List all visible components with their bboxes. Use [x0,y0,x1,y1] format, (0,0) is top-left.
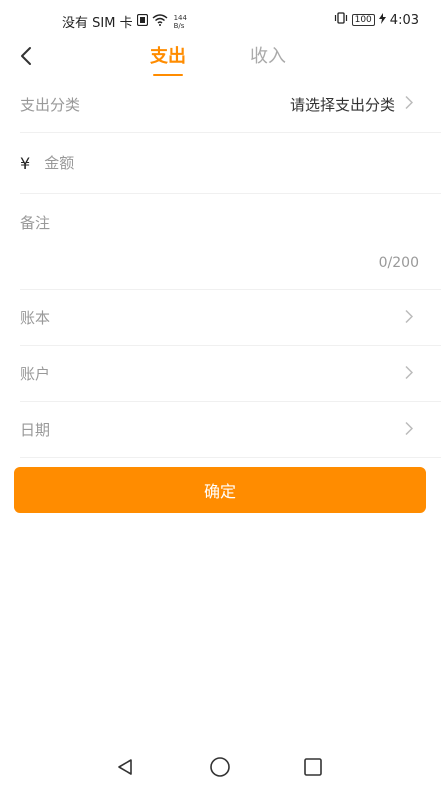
currency-symbol: ¥ [20,153,31,173]
net-speed: 144 B/s [174,14,187,30]
category-value: 请选择支出分类 [289,95,395,114]
note-char-count: 0/200 [378,255,419,271]
tab-income-label: 收入 [250,46,286,67]
vibrate-icon [334,12,348,28]
wifi-icon [152,13,168,30]
note-input[interactable] [20,212,400,252]
clock-time: 4:03 [389,12,419,28]
sim-icon [136,13,148,30]
system-recents-button[interactable] [301,757,325,781]
category-label: 支出分类 [20,95,81,114]
confirm-button[interactable]: 确定 [14,467,426,513]
tab-expense-label: 支出 [150,46,186,67]
date-row[interactable]: 日期 [20,402,441,458]
account-row[interactable]: 账户 [20,346,441,402]
date-label: 日期 [20,421,51,439]
battery-icon: 100 [351,14,375,26]
chevron-right-icon [405,95,414,114]
amount-row: ¥ [20,133,441,194]
ledger-label: 账本 [20,309,51,327]
status-left: 没有 SIM 卡 144 B/s [62,12,187,31]
status-bar: 没有 SIM 卡 144 B/s 100 4:03 [0,0,441,40]
chevron-right-icon [405,308,414,327]
system-home-button[interactable] [208,757,232,781]
category-row[interactable]: 支出分类 请选择支出分类 [20,76,441,133]
tab-expense[interactable]: 支出 [150,42,186,76]
status-right: 100 4:03 [334,12,419,28]
tab-income[interactable]: 收入 [250,42,286,76]
note-row: 0/200 [20,194,441,290]
chevron-right-icon [405,364,414,383]
carrier-label: 没有 SIM 卡 [62,16,133,31]
circle-home-icon [209,756,231,782]
net-speed-value: 144 [173,13,187,22]
system-back-button[interactable] [113,757,137,781]
charging-icon [378,12,386,28]
back-button[interactable] [12,44,40,72]
account-label: 账户 [20,365,51,383]
expense-form: 支出分类 请选择支出分类 ¥ 0/200 账本 账户 日期 [0,76,441,458]
triangle-back-icon [115,757,135,781]
system-nav-bar [0,745,441,791]
chevron-right-icon [405,420,414,439]
ledger-row[interactable]: 账本 [20,290,441,346]
square-recents-icon [303,757,323,781]
net-speed-unit: B/s [173,21,185,30]
amount-input[interactable] [44,154,345,172]
chevron-left-icon [20,46,32,70]
